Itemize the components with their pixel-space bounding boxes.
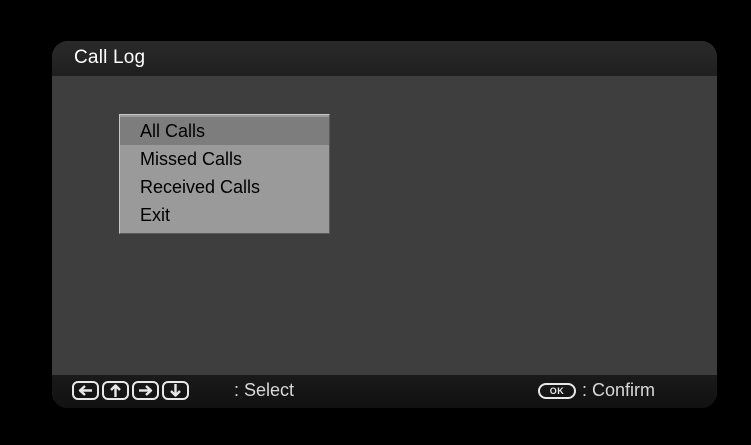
- confirm-hint-label: : Confirm: [582, 380, 656, 400]
- call-log-window: Call Log All Calls Missed Calls Received…: [52, 41, 717, 408]
- select-hint-label: : Select: [234, 380, 295, 400]
- nav-keys: [72, 381, 189, 400]
- footer-hint-bar: : Select OK : Confirm: [52, 375, 717, 408]
- arrow-down-icon: [162, 381, 189, 400]
- title-bar: Call Log: [52, 41, 717, 76]
- window-title: Call Log: [74, 47, 146, 68]
- menu-item-received-calls[interactable]: Received Calls: [120, 173, 329, 201]
- menu-item-missed-calls[interactable]: Missed Calls: [120, 145, 329, 173]
- arrow-up-icon: [102, 381, 129, 400]
- ok-key-icon: OK: [538, 383, 576, 399]
- content-area: All Calls Missed Calls Received Calls Ex…: [52, 76, 717, 375]
- menu-item-all-calls[interactable]: All Calls: [120, 117, 329, 145]
- arrow-left-icon: [72, 381, 99, 400]
- call-log-menu: All Calls Missed Calls Received Calls Ex…: [119, 114, 330, 234]
- ok-key-label: OK: [549, 386, 565, 396]
- screen: Call Log All Calls Missed Calls Received…: [0, 0, 751, 445]
- arrow-right-icon: [132, 381, 159, 400]
- menu-item-exit[interactable]: Exit: [120, 201, 329, 229]
